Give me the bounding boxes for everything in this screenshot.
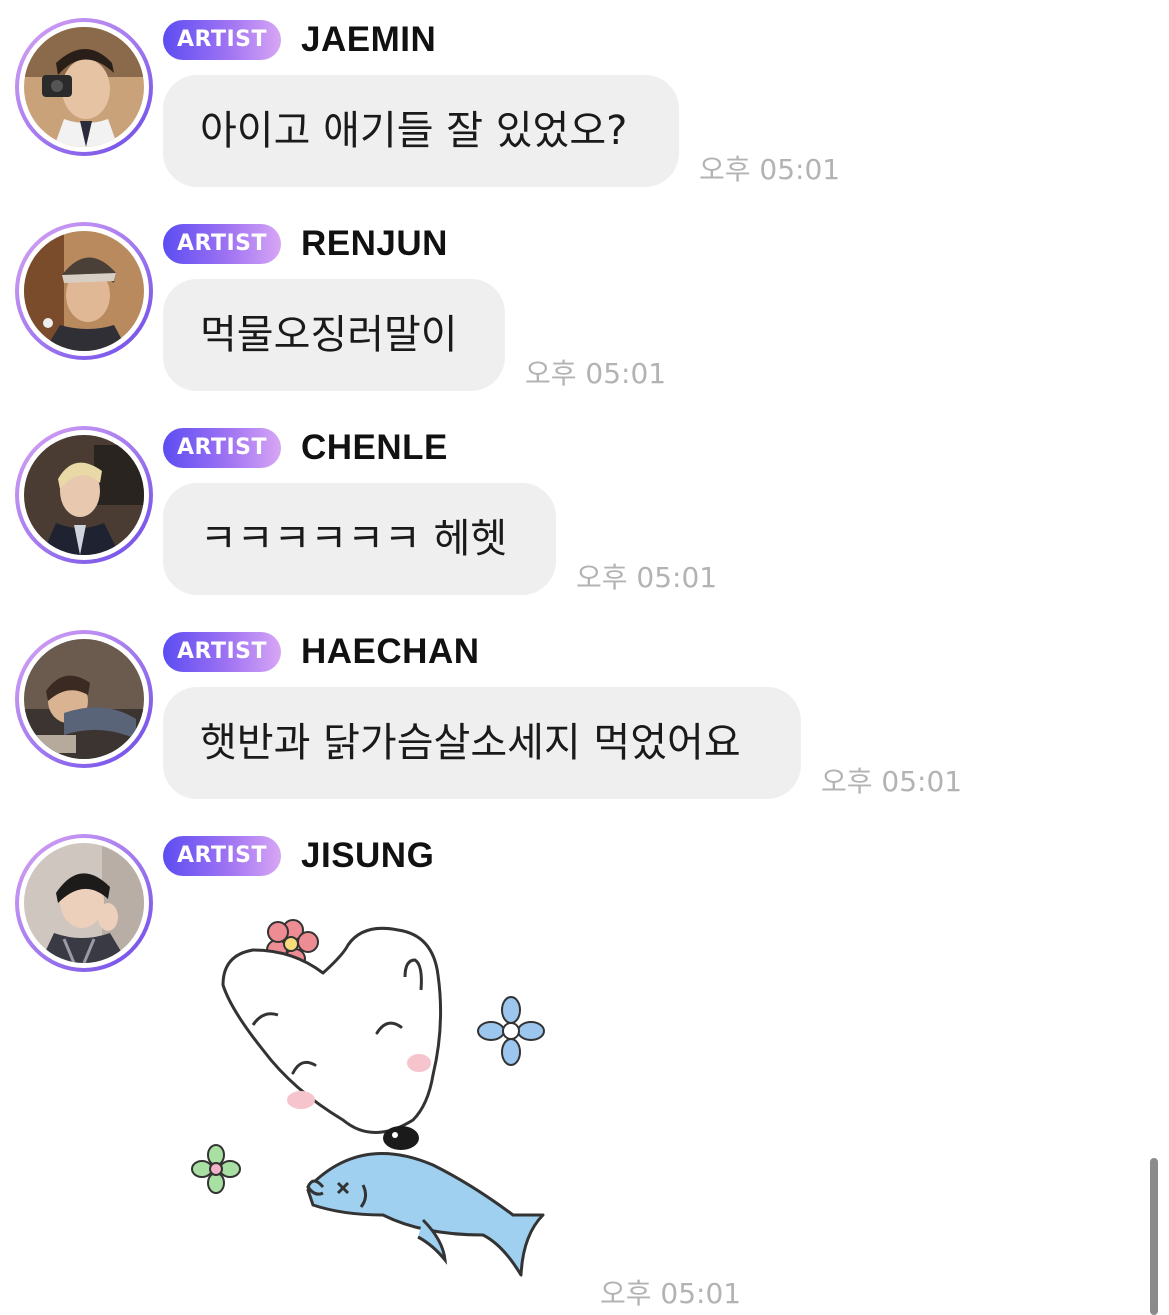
message-timestamp: 오후 05:01	[699, 153, 841, 186]
author-name[interactable]: RENJUN	[301, 222, 448, 266]
message-text: ㅋㅋㅋㅋㅋㅋ 헤헷	[200, 516, 508, 562]
author-name[interactable]: CHENLE	[301, 426, 448, 470]
avatar-photo	[24, 639, 144, 759]
chat-message: ARTIST RENJUN 먹물오징러말이 오후 05:01	[0, 204, 1169, 408]
message-text: 아이고 애기들 잘 있었오?	[200, 108, 628, 154]
message-timestamp: 오후 05:01	[525, 357, 667, 390]
avatar[interactable]	[15, 222, 153, 360]
artist-badge: ARTIST	[163, 20, 281, 60]
chat-message: ARTIST HAECHAN 햇반과 닭가슴살소세지 먹었어요 오후 05:01	[0, 612, 1169, 816]
artist-badge: ARTIST	[163, 632, 281, 672]
flower-icon	[477, 996, 545, 1066]
avatar-photo	[24, 27, 144, 147]
bunny-with-fish-sticker[interactable]	[183, 915, 563, 1285]
flower-icon	[191, 1144, 241, 1194]
avatar-photo	[24, 435, 144, 555]
artist-badge: ARTIST	[163, 224, 281, 264]
avatar[interactable]	[15, 834, 153, 972]
fish-icon	[306, 1152, 545, 1277]
message-text: 먹물오징러말이	[200, 312, 458, 358]
avatar[interactable]	[15, 18, 153, 156]
message-bubble[interactable]: 햇반과 닭가슴살소세지 먹었어요	[163, 687, 801, 799]
message-text: 햇반과 닭가슴살소세지 먹었어요	[200, 720, 741, 766]
message-bubble[interactable]: ㅋㅋㅋㅋㅋㅋ 헤헷	[163, 483, 556, 595]
scrollbar-thumb[interactable]	[1150, 1158, 1158, 1315]
author-name[interactable]: JISUNG	[301, 834, 434, 878]
bunny-icon	[221, 926, 443, 1150]
author-name[interactable]: JAEMIN	[301, 18, 436, 62]
chat-message: ARTIST JAEMIN 아이고 애기들 잘 있었오? 오후 05:01	[0, 0, 1169, 204]
message-timestamp: 오후 05:01	[600, 1277, 742, 1310]
message-timestamp: 오후 05:01	[576, 561, 718, 594]
artist-badge: ARTIST	[163, 836, 281, 876]
message-timestamp: 오후 05:01	[821, 765, 963, 798]
avatar[interactable]	[15, 426, 153, 564]
message-bubble[interactable]: 아이고 애기들 잘 있었오?	[163, 75, 679, 187]
artist-badge: ARTIST	[163, 428, 281, 468]
avatar-photo	[24, 231, 144, 351]
avatar[interactable]	[15, 630, 153, 768]
chat-message: ARTIST JISUNG 오후 05:01	[0, 816, 1169, 1315]
avatar-photo	[24, 843, 144, 963]
chat-message: ARTIST CHENLE ㅋㅋㅋㅋㅋㅋ 헤헷 오후 05:01	[0, 408, 1169, 612]
author-name[interactable]: HAECHAN	[301, 630, 480, 674]
message-bubble[interactable]: 먹물오징러말이	[163, 279, 505, 391]
